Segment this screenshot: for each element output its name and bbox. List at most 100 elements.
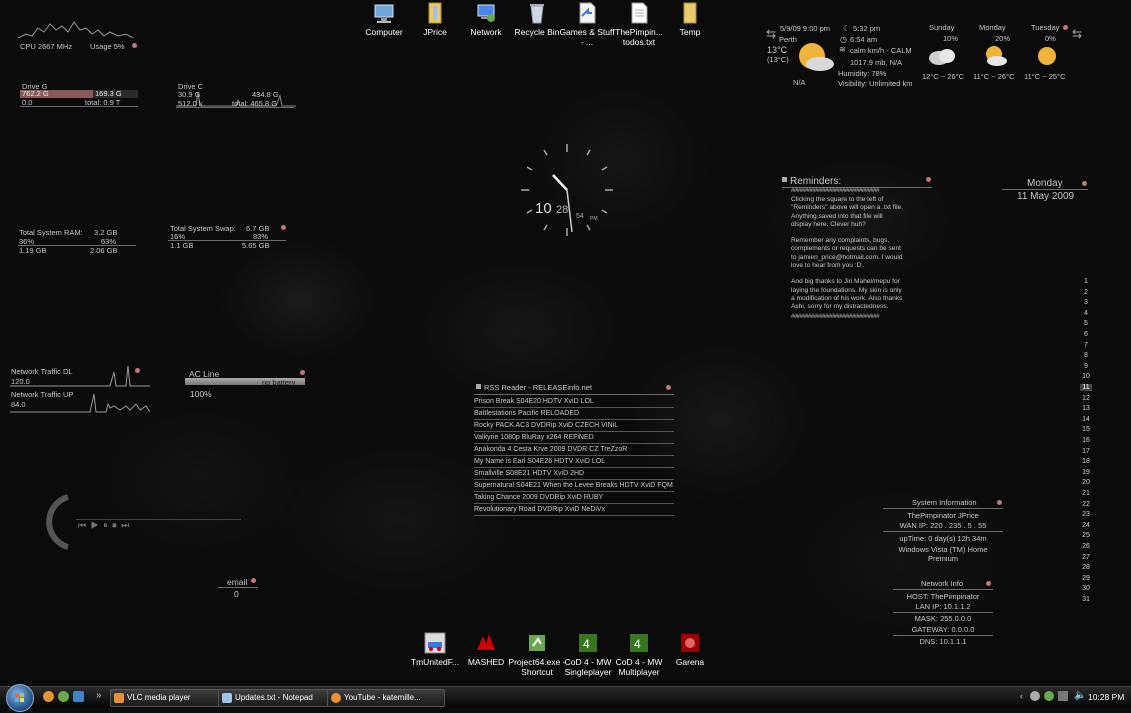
reminders-hash-bottom: ###############################	[791, 314, 879, 320]
rss-item[interactable]: Valkyrie 1080p BluRay x264 REFiNED	[474, 432, 674, 444]
calendar-day[interactable]: 18	[1080, 458, 1092, 465]
tray-app-icon[interactable]	[1030, 691, 1040, 701]
date-menu-dot[interactable]	[1082, 181, 1087, 186]
calendar-day[interactable]: 5	[1080, 320, 1092, 327]
calendar-day[interactable]: 11	[1080, 384, 1092, 391]
rss-item[interactable]: Taking Chance 2009 DVDRip XviD RUBY	[474, 492, 674, 504]
taskbar-window-youtube[interactable]: YouTube - katemille...	[327, 689, 445, 707]
calendar-day[interactable]: 10	[1080, 373, 1092, 380]
tray-expand-icon[interactable]: ‹	[1020, 691, 1023, 701]
calendar-day[interactable]: 21	[1080, 490, 1092, 497]
calendar-day[interactable]: 3	[1080, 299, 1092, 306]
rss-item[interactable]: My Name is Earl S04E26 HDTV XviD LOL	[474, 456, 674, 468]
desktop-icon-cod4-mp[interactable]: 4 CoD 4 - MW Multiplayer	[610, 632, 668, 677]
desktop-icon-jprice[interactable]: JPrice	[406, 2, 464, 37]
reminder-line: Remember any complaints, bugs,	[791, 237, 890, 245]
calendar-day[interactable]: 31	[1080, 596, 1092, 603]
sysinfo-os: Windows Vista (TM) Home Premium	[898, 545, 988, 563]
reminders-open-square[interactable]	[782, 177, 787, 182]
calendar-day[interactable]: 9	[1080, 363, 1092, 370]
calendar-day[interactable]: 26	[1080, 543, 1092, 550]
calendar-day[interactable]: 23	[1080, 511, 1092, 518]
desktop-icon-project64[interactable]: Project64.exe - Shortcut	[508, 632, 566, 677]
cpu-usage: Usage 5%	[90, 42, 125, 51]
desktop-icon-tmunited[interactable]: TmUnitedF...	[406, 632, 464, 667]
net-up-graph	[10, 393, 150, 413]
taskbar-clock[interactable]: 10:28 PM	[1088, 692, 1124, 702]
calendar-day[interactable]: 20	[1080, 479, 1092, 486]
calendar-day[interactable]: 27	[1080, 554, 1092, 561]
sysinfo-menu-dot[interactable]	[997, 500, 1002, 505]
calendar-day[interactable]: 12	[1080, 395, 1092, 402]
rss-item[interactable]: Smallville S08E21 HDTV XviD 2HD	[474, 468, 674, 480]
rss-item[interactable]: Revolutionary Road DVDRip XviD NeDiVx	[474, 504, 674, 516]
desktop-icon-network[interactable]: Network	[457, 2, 515, 37]
show-desktop-icon[interactable]	[73, 691, 84, 702]
desktop-icon-computer[interactable]: Computer	[355, 2, 413, 37]
rss-item[interactable]: Rocky PACK AC3 DVDRip XviD CZECH VINiL	[474, 420, 674, 432]
power-menu-dot[interactable]	[300, 370, 305, 375]
calendar-day[interactable]: 19	[1080, 469, 1092, 476]
tray-device-icon[interactable]	[1058, 691, 1068, 701]
taskbar-window-vlc[interactable]: VLC media player	[110, 689, 226, 707]
rss-item[interactable]: Anakonda 4 Cesta Krve 2009 DVDR CZ TreZz…	[474, 444, 674, 456]
desktop-icon-todos-txt[interactable]: ThePimpin... todos.txt	[610, 2, 668, 47]
weather-prev-arrow[interactable]: ⇆	[766, 27, 776, 41]
netinfo-dns: DNS: 10.1.1.1	[919, 637, 967, 646]
desktop-icon-temp[interactable]: Temp	[661, 2, 719, 37]
calendar-day[interactable]: 1	[1080, 278, 1092, 285]
swap-menu-dot[interactable]	[281, 225, 286, 230]
weather-next-arrow[interactable]: ⇆	[1072, 27, 1082, 41]
netinfo-menu-dot[interactable]	[986, 581, 991, 586]
rss-menu-dot[interactable]	[666, 385, 671, 390]
weather-menu-dot[interactable]	[1063, 25, 1068, 30]
rss-item[interactable]: Supernatural S04E21 When the Levee Break…	[474, 480, 674, 492]
rss-item[interactable]: Battlestations Pacific RELOADED	[474, 408, 674, 420]
quicklaunch-overflow-button[interactable]: »	[96, 690, 102, 701]
calendar-day[interactable]: 28	[1080, 564, 1092, 571]
calendar-day[interactable]: 14	[1080, 416, 1092, 423]
desktop-icon-mashed[interactable]: MASHED	[457, 632, 515, 667]
rss-open-square[interactable]	[476, 384, 481, 389]
taskbar-window-notepad[interactable]: Updates.txt - Notepad	[218, 689, 336, 707]
desktop-icon-cod4-sp[interactable]: 4 CoD 4 - MW Singleplayer	[559, 632, 617, 677]
media-seek-bar[interactable]	[76, 519, 241, 520]
calendar-day[interactable]: 4	[1080, 310, 1092, 317]
browser-icon[interactable]	[58, 691, 69, 702]
rss-item[interactable]: Prison Break S04E20 HDTV XviD LOL	[474, 396, 674, 408]
firefox-icon[interactable]	[43, 691, 54, 702]
desktop-icon-games-stuff[interactable]: Games & Stuff - ...	[558, 2, 616, 47]
tray-network-icon[interactable]	[1044, 691, 1054, 701]
media-controls[interactable]: ⏮ ▶ ⏸ ⏹ ⏭	[78, 520, 130, 531]
calendar-day[interactable]: 24	[1080, 522, 1092, 529]
reminder-line: Anything saved into that file will	[791, 212, 883, 220]
cloudy-icon	[929, 49, 955, 65]
cpu-menu-dot[interactable]	[132, 43, 137, 48]
volume-icon[interactable]: 🔈	[1074, 690, 1086, 701]
desktop-icon-label: Project64.exe - Shortcut	[508, 657, 566, 677]
clock-seconds: 54	[576, 213, 584, 220]
reminder-line: Clicking the square to the left of	[791, 196, 884, 203]
calendar-day[interactable]: 29	[1080, 575, 1092, 582]
calendar-day[interactable]: 15	[1080, 426, 1092, 433]
calendar-day[interactable]: 6	[1080, 331, 1092, 338]
calendar-day[interactable]: 8	[1080, 352, 1092, 359]
cpu-freq: CPU 2667 MHz	[20, 42, 73, 51]
calendar-day[interactable]: 22	[1080, 501, 1092, 508]
netinfo-title: Network Info	[921, 579, 964, 588]
calendar-day[interactable]: 17	[1080, 448, 1092, 455]
calendar-day[interactable]: 16	[1080, 437, 1092, 444]
forecast-precip: 20%	[995, 34, 1011, 43]
desktop-icon-garena[interactable]: Garena	[661, 632, 719, 667]
calendar-day[interactable]: 7	[1080, 342, 1092, 349]
firefox-icon	[331, 693, 341, 703]
email-menu-dot[interactable]	[251, 578, 256, 583]
reminders-menu-dot[interactable]	[926, 177, 931, 182]
sysinfo-user: ThePimpinator JPrice	[907, 511, 979, 520]
start-button[interactable]	[6, 684, 34, 712]
calendar-day[interactable]: 13	[1080, 405, 1092, 412]
drive-g-free: 169.3 G	[95, 89, 122, 98]
calendar-day[interactable]: 2	[1080, 289, 1092, 296]
calendar-day[interactable]: 25	[1080, 532, 1092, 539]
calendar-day[interactable]: 30	[1080, 585, 1092, 592]
